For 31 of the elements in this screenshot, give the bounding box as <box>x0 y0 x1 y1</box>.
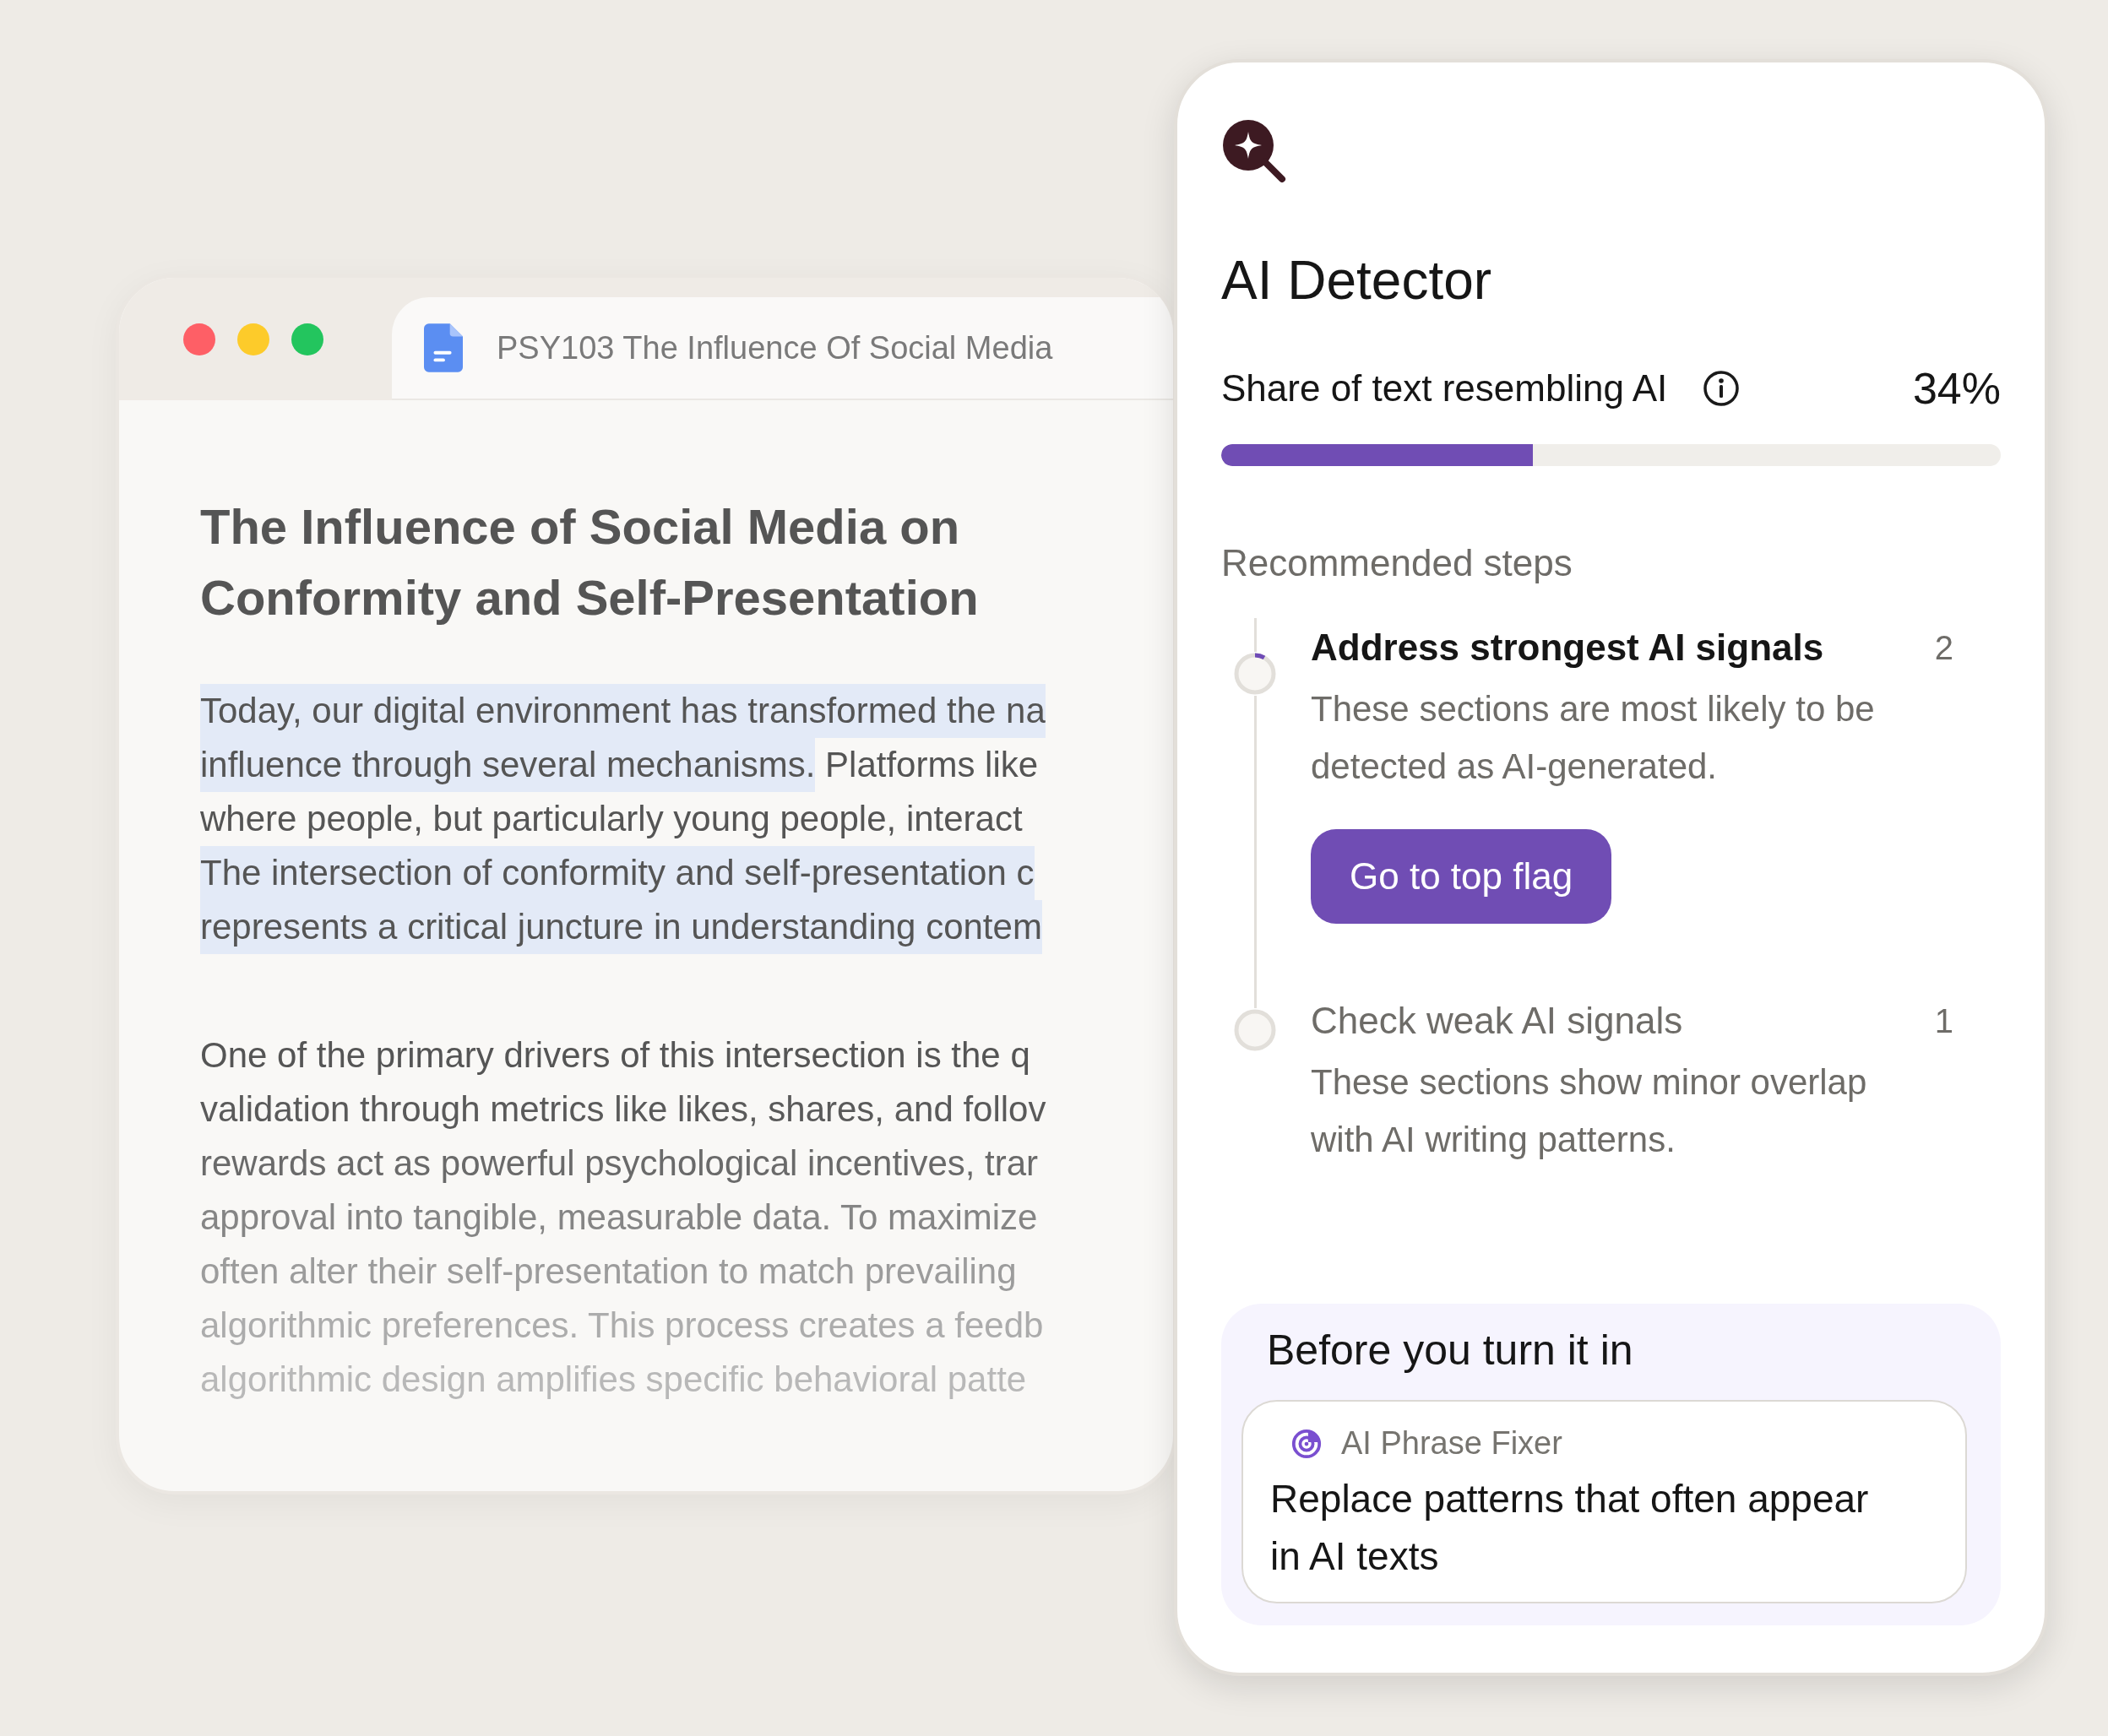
go-to-top-flag-button[interactable]: Go to top flag <box>1311 829 1612 924</box>
section-heading: Recommended steps <box>1221 542 1573 584</box>
document-heading: The Influence of Social Media on Conformity and Self-Presentation <box>200 498 980 627</box>
tool-description: Replace patterns that often appear in AI texts <box>1270 1476 1870 1580</box>
window-control-dot[interactable] <box>183 323 215 355</box>
step-count: 1 <box>1934 1001 1953 1040</box>
checklist-heading: Before you turn it in <box>1266 1326 1634 1375</box>
score-percentage: 34% <box>1912 363 2001 414</box>
paragraph-line: algorithmic design amplifies specific behavioral patte <box>200 1359 1028 1401</box>
paragraph-line: often alter their self-presentation to match prevailing <box>200 1250 1018 1293</box>
step-count: 2 <box>1934 628 1953 667</box>
window-control-dot[interactable] <box>291 323 323 355</box>
tool-name: AI Phrase Fixer <box>1341 1425 1562 1462</box>
paragraph-line: rewards act as powerful psychological incentives, trar <box>200 1142 1040 1185</box>
paragraph-line: approval into tangible, measurable data. To maximize <box>200 1196 1039 1239</box>
info-icon[interactable] <box>1703 370 1741 407</box>
score-label: Share of text resembling AI <box>1221 367 1668 410</box>
paragraph-line: One of the primary drivers of this intersection is the q <box>200 1034 1031 1077</box>
paragraph-line: algorithmic preferences. This process creates a feedb <box>200 1305 1045 1347</box>
document-icon <box>424 323 463 372</box>
target-icon <box>1290 1427 1323 1460</box>
paragraph-line: validation through metrics like likes, shares, and follov <box>200 1088 1047 1131</box>
window-control-dot[interactable] <box>237 323 269 355</box>
document-tab[interactable]: PSY103 The Influence Of Social Media <box>392 297 1173 400</box>
step-title[interactable]: Address strongest AI signals <box>1311 627 1824 669</box>
step-title[interactable]: Check weak AI signals <box>1311 1000 1683 1042</box>
step-description: These sections show minor overlap with AI writing patterns. <box>1311 1061 1868 1161</box>
tool-card[interactable]: AI Phrase Fixer Replace patterns that often appear in AI texts <box>1241 1400 1967 1603</box>
panel-title: AI Detector <box>1221 249 1493 312</box>
step-description: These sections are most likely to be detected as AI-generated. <box>1311 688 1876 788</box>
paragraph-line: where people, but particularly young people, interact <box>200 798 1024 840</box>
